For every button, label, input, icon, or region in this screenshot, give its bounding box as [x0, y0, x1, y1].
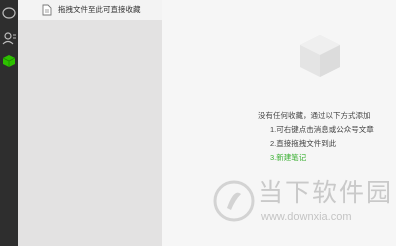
cube-icon: [300, 35, 340, 77]
new-note-link[interactable]: 3.新建笔记: [258, 151, 396, 165]
nav-rail: [0, 0, 18, 246]
contacts-icon[interactable]: [1, 31, 17, 45]
favorites-list-panel: 拖拽文件至此可直接收藏: [18, 0, 162, 246]
watermark-url: www.downxia.com: [261, 211, 352, 223]
hint-step-2: 2.直接拖拽文件到此: [270, 139, 337, 148]
favorites-cube-icon[interactable]: [1, 54, 17, 68]
document-icon: [42, 4, 52, 16]
watermark-title: 当下软件园: [258, 179, 394, 207]
hint-step-1: 1.可右键点击消息或公众号文章: [270, 125, 374, 134]
hint-intro: 没有任何收藏，通过以下方式添加: [258, 111, 371, 120]
watermark-logo-icon: [213, 180, 255, 222]
drop-zone-row[interactable]: 拖拽文件至此可直接收藏: [18, 0, 162, 20]
chat-bubble-icon[interactable]: [1, 6, 17, 20]
empty-hint: 没有任何收藏，通过以下方式添加 1.可右键点击消息或公众号文章 2.直接拖拽文件…: [258, 109, 396, 165]
drop-zone-label: 拖拽文件至此可直接收藏: [58, 5, 141, 14]
